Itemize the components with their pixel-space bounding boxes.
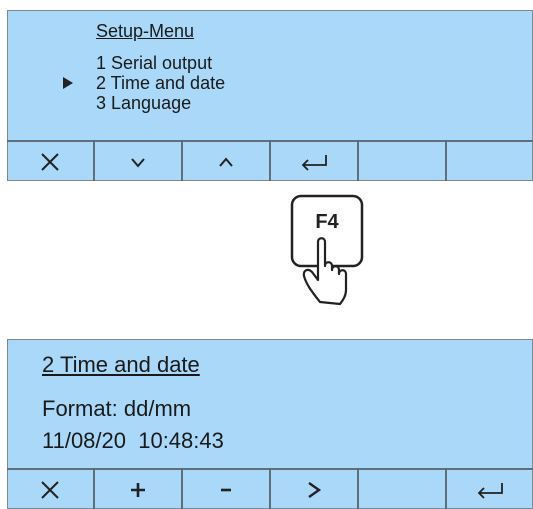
softkey-close[interactable] (7, 142, 95, 181)
close-icon (41, 152, 59, 171)
date-format: Format: dd/mm (42, 396, 192, 421)
menu-item-serial-output[interactable]: 1 Serial output (96, 53, 212, 73)
setup-menu-screen: Setup-Menu 1 Serial output 2 Time and da… (7, 10, 533, 181)
softkey-plus[interactable] (95, 470, 183, 509)
softkey-empty-6[interactable] (447, 142, 533, 181)
softkey-close[interactable] (7, 470, 95, 509)
softkey-down[interactable] (95, 142, 183, 181)
menu-item-language[interactable]: 3 Language (96, 93, 191, 113)
chevron-up-icon (219, 156, 233, 167)
softkey-empty-5[interactable] (359, 470, 447, 509)
plus-icon (131, 482, 145, 497)
screen-title: 2 Time and date (42, 352, 200, 377)
date-time-value: 11/08/20 10:48:43 (42, 428, 224, 453)
softkey-enter[interactable] (447, 470, 533, 509)
softkey-enter[interactable] (271, 142, 359, 181)
enter-icon (301, 154, 327, 171)
menu-item-time-and-date[interactable]: 2 Time and date (96, 73, 225, 93)
f4-key-label: F4 (315, 211, 339, 233)
minus-icon (221, 488, 231, 491)
f4-key[interactable]: F4 (288, 194, 368, 314)
next-icon (308, 481, 322, 498)
time-and-date-screen: 2 Time and date Format: dd/mm 11/08/20 1… (7, 339, 533, 509)
menu-title: Setup-Menu (96, 21, 195, 41)
close-icon (41, 480, 59, 499)
softkey-bar (7, 468, 533, 509)
softkey-minus[interactable] (183, 470, 271, 509)
softkey-next[interactable] (271, 470, 359, 509)
enter-icon (477, 482, 503, 499)
softkey-bar (7, 140, 533, 181)
softkey-empty-5[interactable] (359, 142, 447, 181)
chevron-down-icon (131, 157, 145, 168)
selection-cursor-icon (63, 77, 73, 89)
softkey-up[interactable] (183, 142, 271, 181)
